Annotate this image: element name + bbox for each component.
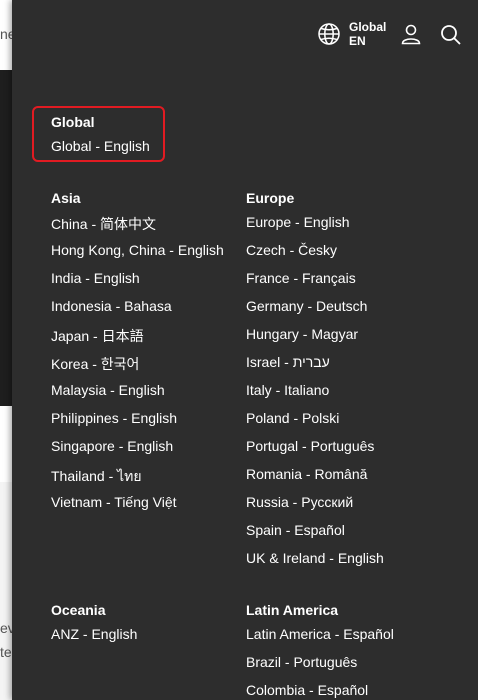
globe-icon[interactable] <box>317 22 341 46</box>
country-selector-panel: Global EN Global Global - English Asia C… <box>12 0 478 700</box>
country-link-singapore[interactable]: Singapore - English <box>51 438 173 454</box>
page: ne ev te Global EN Global Global - Engli… <box>0 0 478 700</box>
country-link-israel[interactable]: Israel - עברית <box>246 354 330 370</box>
country-link-colombia[interactable]: Colombia - Español <box>246 682 368 698</box>
section-heading-asia: Asia <box>51 190 81 206</box>
country-link-indonesia[interactable]: Indonesia - Bahasa <box>51 298 172 314</box>
search-icon[interactable] <box>440 24 462 46</box>
section-heading-global: Global <box>51 114 95 130</box>
country-link-germany[interactable]: Germany - Deutsch <box>246 298 367 314</box>
country-link-malaysia[interactable]: Malaysia - English <box>51 382 165 398</box>
country-link-global-english[interactable]: Global - English <box>51 138 150 154</box>
country-link-latin-america[interactable]: Latin America - Español <box>246 626 394 642</box>
country-link-hungary[interactable]: Hungary - Magyar <box>246 326 358 342</box>
country-link-korea[interactable]: Korea - 한국어 <box>51 354 139 374</box>
language-code: EN <box>349 34 366 48</box>
country-link-france[interactable]: France - Français <box>246 270 356 286</box>
country-link-india[interactable]: India - English <box>51 270 140 286</box>
section-heading-oceania: Oceania <box>51 602 106 618</box>
user-icon[interactable] <box>400 23 422 45</box>
country-link-anz[interactable]: ANZ - English <box>51 626 137 642</box>
country-link-thailand[interactable]: Thailand - ไทย <box>51 466 142 488</box>
country-link-czech[interactable]: Czech - Česky <box>246 242 337 258</box>
country-link-russia[interactable]: Russia - Русский <box>246 494 353 510</box>
country-link-europe-english[interactable]: Europe - English <box>246 214 350 230</box>
country-link-hong-kong[interactable]: Hong Kong, China - English <box>51 242 224 258</box>
country-link-uk-ireland[interactable]: UK & Ireland - English <box>246 550 384 566</box>
section-heading-latin-america: Latin America <box>246 602 339 618</box>
section-heading-europe: Europe <box>246 190 295 206</box>
country-link-vietnam[interactable]: Vietnam - Tiếng Việt <box>51 494 177 510</box>
background-text-fragment: ne <box>0 26 12 42</box>
country-link-spain[interactable]: Spain - Español <box>246 522 345 538</box>
background-text-fragment: te <box>0 644 12 660</box>
background-text-fragment: ev <box>0 620 12 636</box>
region-label: Global <box>349 20 387 34</box>
country-link-china[interactable]: China - 简体中文 <box>51 214 156 234</box>
country-link-romania[interactable]: Romania - Română <box>246 466 367 482</box>
country-link-italy[interactable]: Italy - Italiano <box>246 382 329 398</box>
country-link-japan[interactable]: Japan - 日本語 <box>51 326 144 346</box>
country-link-philippines[interactable]: Philippines - English <box>51 410 177 426</box>
country-link-brazil[interactable]: Brazil - Português <box>246 654 357 670</box>
language-selector[interactable]: Global EN <box>349 20 386 48</box>
background-image-strip <box>0 70 12 406</box>
background-section-strip <box>0 482 12 700</box>
country-link-poland[interactable]: Poland - Polski <box>246 410 339 426</box>
country-link-portugal[interactable]: Portugal - Português <box>246 438 374 454</box>
top-bar: Global EN <box>12 0 478 70</box>
